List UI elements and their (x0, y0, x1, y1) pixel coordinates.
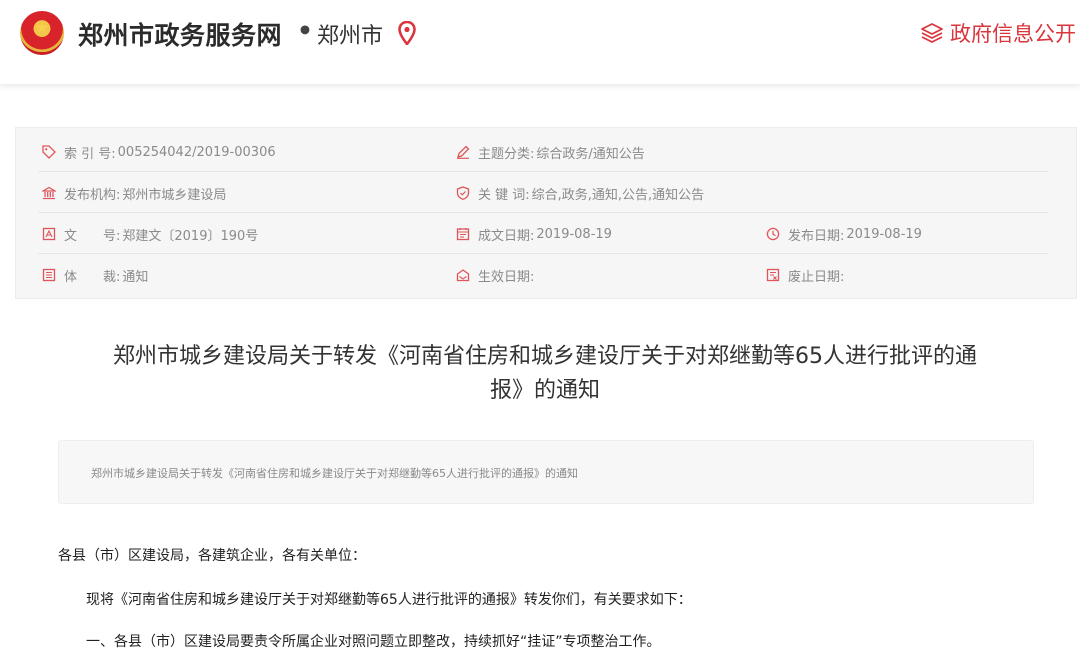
article-title-line-2: 报》的通知 (489, 378, 600, 403)
info-created-date: 成文日期: 2019-08-19 (456, 214, 612, 254)
article-title-line-1: 郑州市城乡建设局关于转发《河南省住房和城乡建设厅关于对郑继勤等65人进行批评的通 (113, 344, 977, 369)
gov-info-public-label: 政府信息公开 (950, 22, 1076, 46)
invalid-icon (766, 268, 780, 282)
info-publish-date-value: 2019-08-19 (846, 226, 922, 242)
info-row-3: 文 号: 郑建文〔2019〕190号 成文日期: 2019-08-19 发布日期… (38, 214, 1068, 254)
stamp-icon (456, 269, 470, 282)
city-selector[interactable]: 郑州市 (317, 18, 383, 50)
site-title[interactable]: 郑州市政务服务网 (78, 16, 282, 52)
info-created-date-value: 2019-08-19 (536, 226, 612, 242)
document-info-panel: 索 引 号: 005254042/2019-00306 主题分类: 综合政务/通… (15, 127, 1077, 299)
info-genre: 体 裁: 通知 (42, 255, 148, 295)
info-subject: 主题分类: 综合政务/通知公告 (456, 132, 645, 172)
article-paragraph-2: 一、各县（市）区建设局要责令所属企业对照问题立即整改，持续抓好“挂证”专项整治工… (86, 634, 661, 650)
info-row-2: 发布机构: 郑州市城乡建设局 关 键 词: 综合,政务,通知,公告,通知公告 (38, 173, 1068, 213)
info-genre-label: 体 裁: (64, 269, 121, 285)
article-paragraph-1: 现将《河南省住房和城乡建设厅关于对郑继勤等65人进行批评的通报》转发你们，有关要… (86, 592, 692, 608)
info-publisher-label: 发布机构: (64, 187, 121, 203)
tag-icon (42, 145, 56, 159)
layers-icon (921, 23, 943, 43)
clock-icon (766, 227, 780, 241)
info-index-no: 索 引 号: 005254042/2019-00306 (42, 132, 276, 172)
info-keywords: 关 键 词: 综合,政务,通知,公告,通知公告 (456, 173, 704, 213)
article-summary-box: 郑州市城乡建设局关于转发《河南省住房和城乡建设厅关于对郑继勤等65人进行批评的通… (58, 440, 1034, 504)
article-salutation: 各县（市）区建设局，各建筑企业，各有关单位： (58, 548, 366, 564)
national-emblem-logo[interactable]: ★ (20, 11, 64, 55)
pencil-icon (457, 145, 470, 159)
info-genre-value: 通知 (122, 269, 149, 285)
info-index-no-label: 索 引 号: (64, 146, 116, 162)
emblem-star-icon: ★ (34, 18, 50, 37)
info-doc-no: 文 号: 郑建文〔2019〕190号 (42, 214, 258, 254)
info-row-1: 索 引 号: 005254042/2019-00306 主题分类: 综合政务/通… (38, 132, 1068, 172)
info-keywords-label: 关 键 词: (478, 187, 530, 203)
info-publish-date: 发布日期: 2019-08-19 (766, 214, 922, 254)
info-publisher: 发布机构: 郑州市城乡建设局 (42, 173, 226, 213)
info-expiry-date: 废止日期: (766, 255, 846, 295)
info-doc-no-value: 郑建文〔2019〕190号 (122, 228, 259, 244)
document-icon (42, 227, 56, 241)
info-row-4: 体 裁: 通知 生效日期: 废止日期: (38, 255, 1068, 295)
gov-info-public-link[interactable]: 政府信息公开 (920, 18, 1076, 48)
list-icon (42, 268, 56, 282)
map-pin-icon[interactable] (398, 21, 416, 45)
info-subject-value: 综合政务/通知公告 (536, 146, 645, 162)
title-separator: • (297, 16, 313, 45)
info-index-no-value: 005254042/2019-00306 (117, 144, 276, 160)
info-publish-date-label: 发布日期: (788, 228, 845, 244)
article-summary-text: 郑州市城乡建设局关于转发《河南省住房和城乡建设厅关于对郑继勤等65人进行批评的通… (91, 467, 578, 480)
info-keywords-value: 综合,政务,通知,公告,通知公告 (531, 187, 705, 203)
info-effective-date: 生效日期: (456, 255, 536, 295)
article-title: 郑州市城乡建设局关于转发《河南省住房和城乡建设厅关于对郑继勤等65人进行批评的通… (40, 340, 1050, 408)
info-expiry-date-label: 废止日期: (788, 269, 845, 285)
site-header: ★ 郑州市政务服务网 • 郑州市 政府信息公开 (0, 0, 1080, 84)
info-publisher-value: 郑州市城乡建设局 (122, 187, 227, 203)
calendar-icon (456, 228, 470, 241)
info-subject-label: 主题分类: (478, 146, 535, 162)
info-created-date-label: 成文日期: (478, 228, 535, 244)
info-effective-date-label: 生效日期: (478, 269, 535, 285)
shield-icon (456, 186, 470, 200)
building-icon (42, 186, 56, 200)
info-doc-no-label: 文 号: (64, 228, 121, 244)
